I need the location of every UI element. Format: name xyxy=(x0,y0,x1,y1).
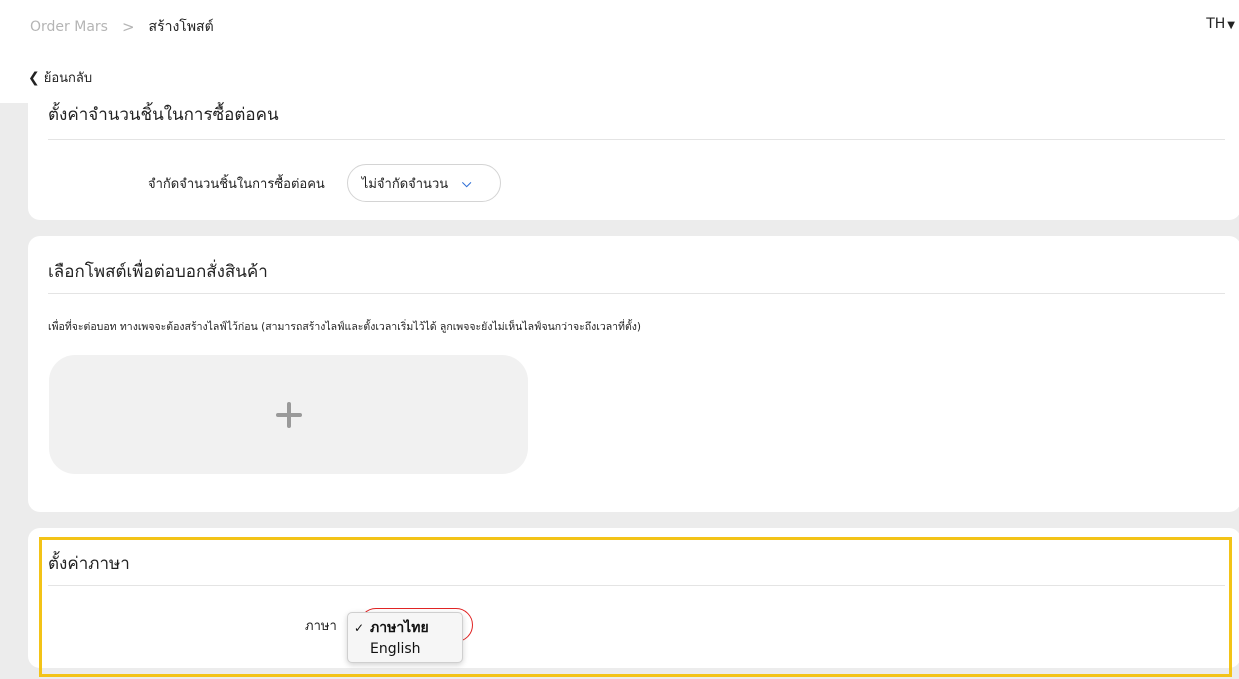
divider xyxy=(48,293,1225,294)
purchase-limit-card: ตั้งค่าจำนวนชิ้นในการซื้อต่อคน จำกัดจำนว… xyxy=(28,95,1239,220)
language-option-label: ภาษาไทย xyxy=(370,619,429,636)
language-dropdown-menu: ✓ ภาษาไทย English xyxy=(347,612,463,663)
top-bar: Order Mars > สร้างโพสต์ TH ▼ ❮ ย้อนกลับ xyxy=(0,0,1239,103)
language-settings-title: ตั้งค่าภาษา xyxy=(48,554,130,574)
purchase-limit-row: จำกัดจำนวนชิ้นในการซื้อต่อคน ไม่จำกัดจำน… xyxy=(148,164,501,202)
checkmark-icon: ✓ xyxy=(353,620,365,635)
chevron-left-icon: ❮ xyxy=(28,69,40,86)
purchase-limit-label: จำกัดจำนวนชิ้นในการซื้อต่อคน xyxy=(148,176,325,192)
purchase-limit-title: ตั้งค่าจำนวนชิ้นในการซื้อต่อคน xyxy=(48,105,279,125)
divider xyxy=(48,139,1225,140)
language-option-english[interactable]: English xyxy=(348,638,462,659)
language-switch[interactable]: TH ▼ xyxy=(1206,16,1235,32)
language-settings-card: ตั้งค่าภาษา ภาษา xyxy=(28,528,1239,668)
plus-icon xyxy=(275,401,302,428)
select-post-title: เลือกโพสต์เพื่อต่อบอกสั่งสินค้า xyxy=(48,262,268,282)
language-option-label: English xyxy=(370,640,421,657)
language-switch-label: TH xyxy=(1206,16,1226,32)
language-label: ภาษา xyxy=(305,618,337,634)
purchase-limit-value: ไม่จำกัดจำนวน xyxy=(361,176,449,192)
chevron-right-icon: > xyxy=(121,18,135,36)
back-button[interactable]: ❮ ย้อนกลับ xyxy=(28,67,92,88)
select-post-description: เพื่อที่จะต่อบอท ทางเพจจะต้องสร้างไลฟ์ไว… xyxy=(48,321,642,333)
purchase-limit-select[interactable]: ไม่จำกัดจำนวน ⌵ xyxy=(346,164,501,202)
breadcrumb-current: สร้างโพสต์ xyxy=(148,19,214,35)
caret-down-icon: ▼ xyxy=(1227,20,1235,31)
chevron-down-icon: ⌵ xyxy=(462,175,472,190)
language-option-thai[interactable]: ✓ ภาษาไทย xyxy=(348,617,462,638)
breadcrumb-root-link[interactable]: Order Mars xyxy=(30,19,108,35)
breadcrumb: Order Mars > สร้างโพสต์ xyxy=(30,16,214,38)
divider xyxy=(48,585,1225,586)
back-label: ย้อนกลับ xyxy=(43,71,93,86)
select-post-card: เลือกโพสต์เพื่อต่อบอกสั่งสินค้า เพื่อที่… xyxy=(28,236,1239,512)
add-post-button[interactable] xyxy=(49,355,528,474)
